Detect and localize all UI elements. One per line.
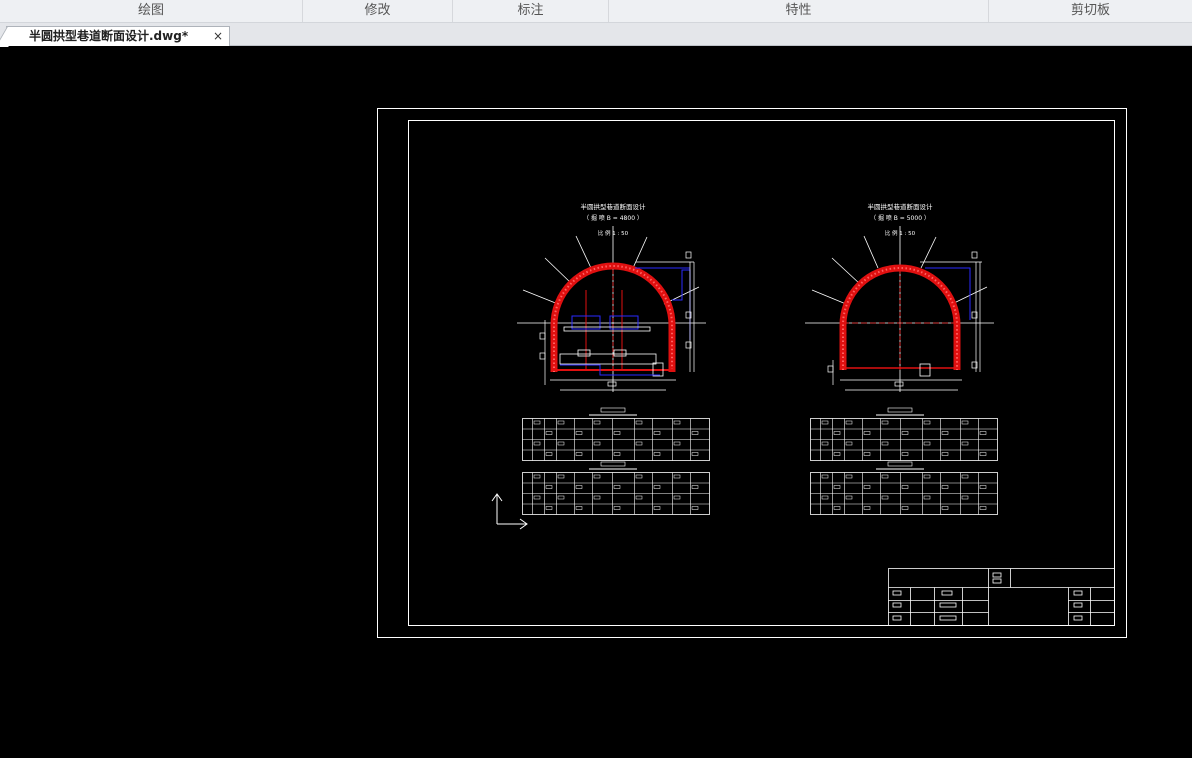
document-tab-title: 半圆拱型巷道断面设计.dwg*: [29, 29, 189, 43]
title-block: [888, 568, 1115, 626]
ribbon-tab-modify[interactable]: 修改: [303, 0, 453, 22]
ribbon-tab-properties[interactable]: 特性: [609, 0, 989, 22]
ribbon-tab-annotate[interactable]: 标注: [453, 0, 609, 22]
left-section-title: 半圆拱型巷道断面设计: [581, 202, 647, 211]
ribbon-tab-bar: 绘图 修改 标注 特性 剪切板: [0, 0, 1192, 23]
left-tunnel-section: 半圆拱型巷道断面设计 （ 掘 喷 B = 4800 ） 比 例 1 : 50: [517, 202, 706, 392]
right-tunnel-section: 半圆拱型巷道断面设计 （ 掘 喷 B = 5000 ） 比 例 1 : 50: [805, 202, 994, 392]
sheet-inner-border: [408, 120, 1115, 626]
document-tab-bar: 半圆拱型巷道断面设计.dwg* ×: [0, 23, 1192, 46]
ribbon-tab-draw[interactable]: 绘图: [0, 0, 303, 22]
drawing-canvas[interactable]: 半圆拱型巷道断面设计 （ 掘 喷 B = 4800 ） 比 例 1 : 50 半…: [0, 46, 1192, 754]
document-tab[interactable]: 半圆拱型巷道断面设计.dwg* ×: [6, 26, 230, 46]
sheet-outer-border: [377, 108, 1127, 638]
left-section-subtitle: （ 掘 喷 B = 4800 ）: [583, 214, 643, 222]
right-section-subtitle: （ 掘 喷 B = 5000 ）: [870, 214, 930, 222]
right-section-title: 半圆拱型巷道断面设计: [868, 202, 934, 211]
drawing-svg: 半圆拱型巷道断面设计 （ 掘 喷 B = 4800 ） 比 例 1 : 50 半…: [377, 108, 1127, 638]
ribbon-tab-clipboard[interactable]: 剪切板: [989, 0, 1192, 22]
ucs-icon: [491, 493, 528, 530]
data-tables: [522, 407, 998, 515]
close-icon[interactable]: ×: [213, 27, 223, 45]
